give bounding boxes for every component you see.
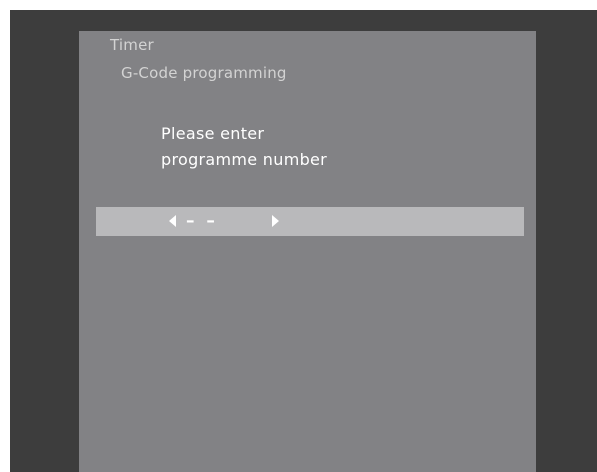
instruction-line-1: Please enter	[161, 124, 265, 143]
menu-title: Timer	[110, 36, 154, 54]
programme-number-value: – –	[186, 211, 218, 231]
tv-screen: Timer G-Code programming Please enter pr…	[10, 10, 597, 472]
arrow-left-icon[interactable]	[169, 215, 176, 227]
menu-subtitle: G-Code programming	[121, 64, 287, 82]
instruction-text: Please enter programme number	[161, 121, 327, 173]
osd-panel: Timer G-Code programming Please enter pr…	[79, 31, 536, 472]
programme-number-input[interactable]: – –	[96, 207, 524, 236]
instruction-line-2: programme number	[161, 150, 328, 169]
arrow-right-icon[interactable]	[272, 215, 279, 227]
